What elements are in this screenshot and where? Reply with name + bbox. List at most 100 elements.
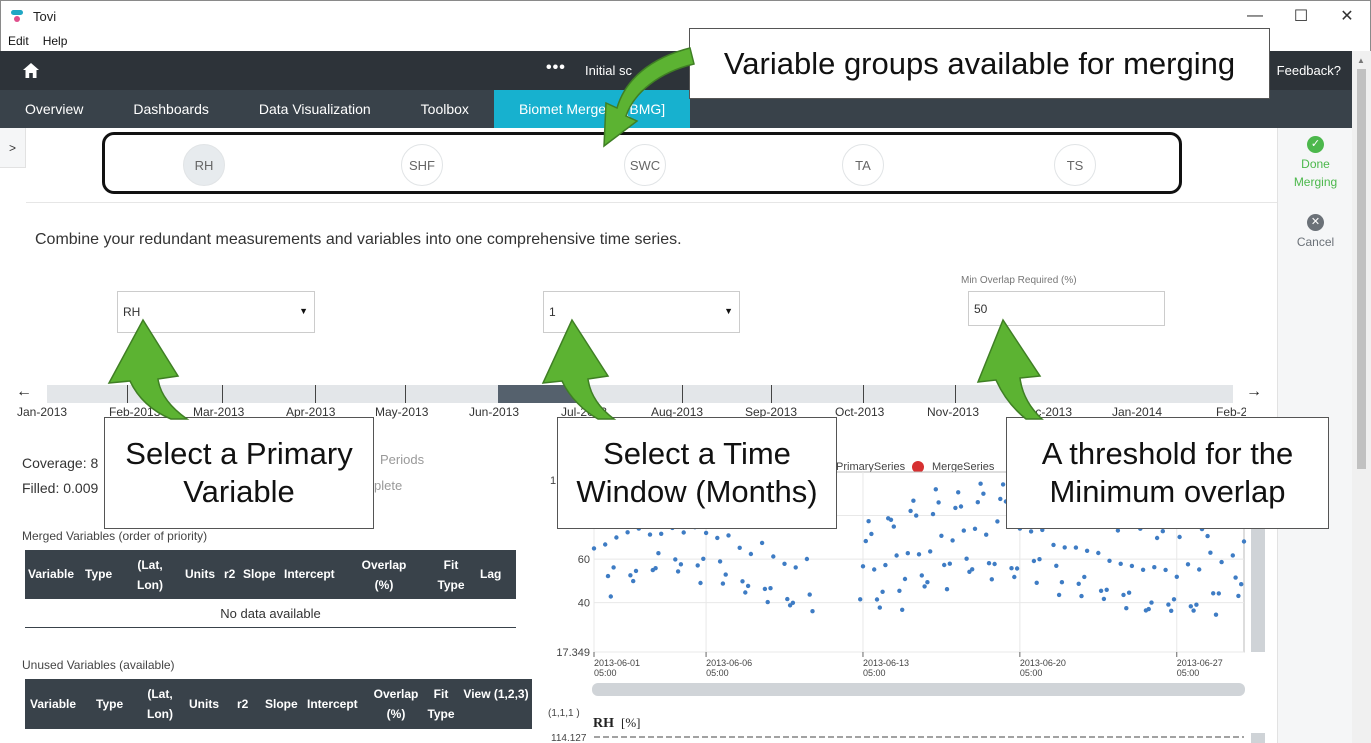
data-point [656,551,661,556]
data-point [986,561,992,566]
data-point [659,531,664,536]
data-point [905,551,910,556]
callout-variable-groups: Variable groups available for merging [689,28,1270,99]
data-point [950,538,955,543]
data-point [673,557,678,562]
data-point [1205,533,1210,539]
data-point [1154,535,1160,541]
data-point [933,487,938,492]
data-point [1208,550,1213,555]
data-point [1163,567,1168,573]
data-point [944,587,950,592]
data-point [858,597,863,602]
x-tick-date: 2013-06-01 [594,658,640,668]
data-point [740,579,745,584]
x-tick-date: 2013-06-27 [1177,658,1223,668]
data-point [1241,539,1247,544]
y-tick-label: 40 [578,598,590,610]
data-point [883,562,888,568]
data-point [1194,602,1199,607]
data-point [970,567,975,572]
data-point [1012,574,1017,580]
data-point [925,580,930,585]
data-point [961,528,966,533]
data-point [790,600,796,605]
x-tick-time: 05:00 [1020,668,1043,678]
second-chart-corner: (1,1,1 ) [548,708,580,719]
data-point [942,562,947,568]
rh-scatter-chart: 2013-06-0105:002013-06-0605:002013-06-13… [548,471,1265,743]
data-point [1219,559,1224,565]
data-point [723,572,728,577]
data-point [930,511,936,517]
data-point [914,513,919,518]
data-point [771,554,776,559]
data-point [1233,575,1238,580]
data-point [953,505,958,511]
data-point [717,559,723,564]
data-point [1073,545,1079,550]
data-point [1062,545,1067,550]
data-point [653,566,658,571]
data-point [1169,608,1174,613]
data-point [1211,591,1216,596]
data-point [678,562,684,567]
data-point [1051,542,1056,548]
data-point [1171,597,1177,602]
data-point [1160,529,1166,534]
data-point [715,535,720,541]
data-point [698,580,703,586]
data-point [1076,581,1081,586]
data-point [975,500,980,505]
data-point [1079,593,1084,599]
data-point [1009,566,1014,571]
data-point [1149,600,1154,605]
data-point [1230,553,1236,558]
y-tick-label: 1 [550,475,556,487]
data-point [605,573,611,579]
data-point [916,552,922,557]
data-point [958,504,964,509]
callout-min-overlap: A threshold for the Minimum overlap [1006,417,1329,529]
data-point [1037,557,1042,562]
data-point [807,592,812,597]
callout-time-window: Select a Time Window (Months) [557,417,837,529]
data-point [956,490,961,495]
data-point [1082,574,1087,580]
data-point [891,524,896,529]
data-point [880,589,885,594]
x-tick-date: 2013-06-20 [1020,658,1066,668]
second-chart-ytop: 114.127 [551,733,587,743]
data-point [908,508,913,514]
data-point [759,540,765,546]
data-point [701,556,706,561]
data-point [888,517,894,522]
data-point [1031,558,1037,564]
x-tick-date: 2013-06-13 [863,658,909,668]
data-point [972,526,978,531]
data-point [1188,604,1194,609]
data-point [1000,482,1006,487]
data-point [633,568,639,574]
x-tick-date: 2013-06-06 [706,658,752,668]
data-point [984,532,989,537]
data-point [768,586,773,591]
data-point [782,561,787,566]
x-tick-time: 05:00 [863,668,886,678]
data-point [995,519,1000,524]
second-chart-yunit: [%] [621,715,641,730]
data-point [628,573,633,578]
second-chart: (1,1,1 ) RH [%] 114.127 [548,708,1265,743]
data-point [765,599,770,605]
data-point [1191,608,1196,613]
data-point [675,569,681,574]
data-point [874,597,880,602]
data-point [1121,592,1126,598]
data-point [1174,574,1180,579]
data-point [919,573,924,578]
data-point [614,535,619,540]
second-chart-ylabel: RH [593,716,614,731]
chart-x-range-scrollbar[interactable] [592,683,1245,696]
data-point [726,533,731,538]
data-point [793,565,798,570]
